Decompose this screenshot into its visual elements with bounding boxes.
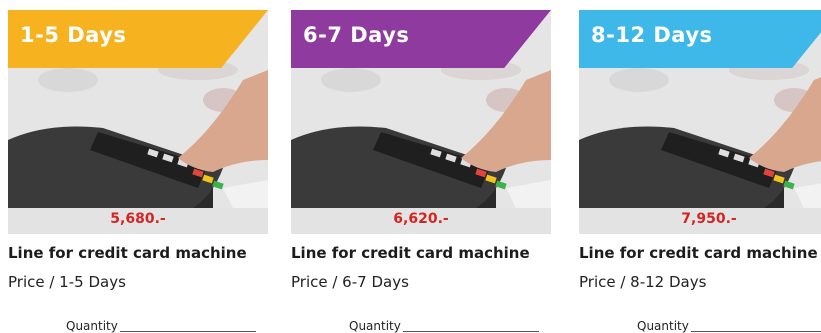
price: 7,950.-	[681, 211, 737, 227]
product-subtitle: Price / 1-5 Days	[8, 273, 126, 291]
price: 6,620.-	[393, 211, 449, 227]
product-subtitle: Price / 8-12 Days	[579, 273, 707, 291]
ribbon-label: 1-5 Days	[20, 23, 127, 47]
price-bar: 5,680.-	[8, 208, 268, 234]
price-bar: 7,950.-	[579, 208, 821, 234]
product-card[interactable]: 6-7 Days 6,620.- Line for credit card ma…	[291, 10, 551, 333]
quantity-field[interactable]: Quantity	[349, 313, 539, 333]
ribbon-label: 8-12 Days	[591, 23, 713, 47]
product-subtitle: Price / 6-7 Days	[291, 273, 409, 291]
product-title[interactable]: Line for credit card machine	[291, 244, 561, 262]
ribbon: 8-12 Days	[579, 10, 821, 68]
product-title[interactable]: Line for credit card machine	[579, 244, 821, 262]
price-bar: 6,620.-	[291, 208, 551, 234]
product-card[interactable]: 8-12 Days 7,950.- Line for credit card m…	[579, 10, 821, 333]
product-title[interactable]: Line for credit card machine	[8, 244, 278, 262]
quantity-field[interactable]: Quantity	[637, 313, 821, 333]
product-card[interactable]: 1-5 Days 5,680.- Line for credit card ma…	[8, 10, 268, 333]
ribbon-label: 6-7 Days	[303, 23, 410, 47]
quantity-field[interactable]: Quantity	[66, 313, 256, 333]
price: 5,680.-	[110, 211, 166, 227]
